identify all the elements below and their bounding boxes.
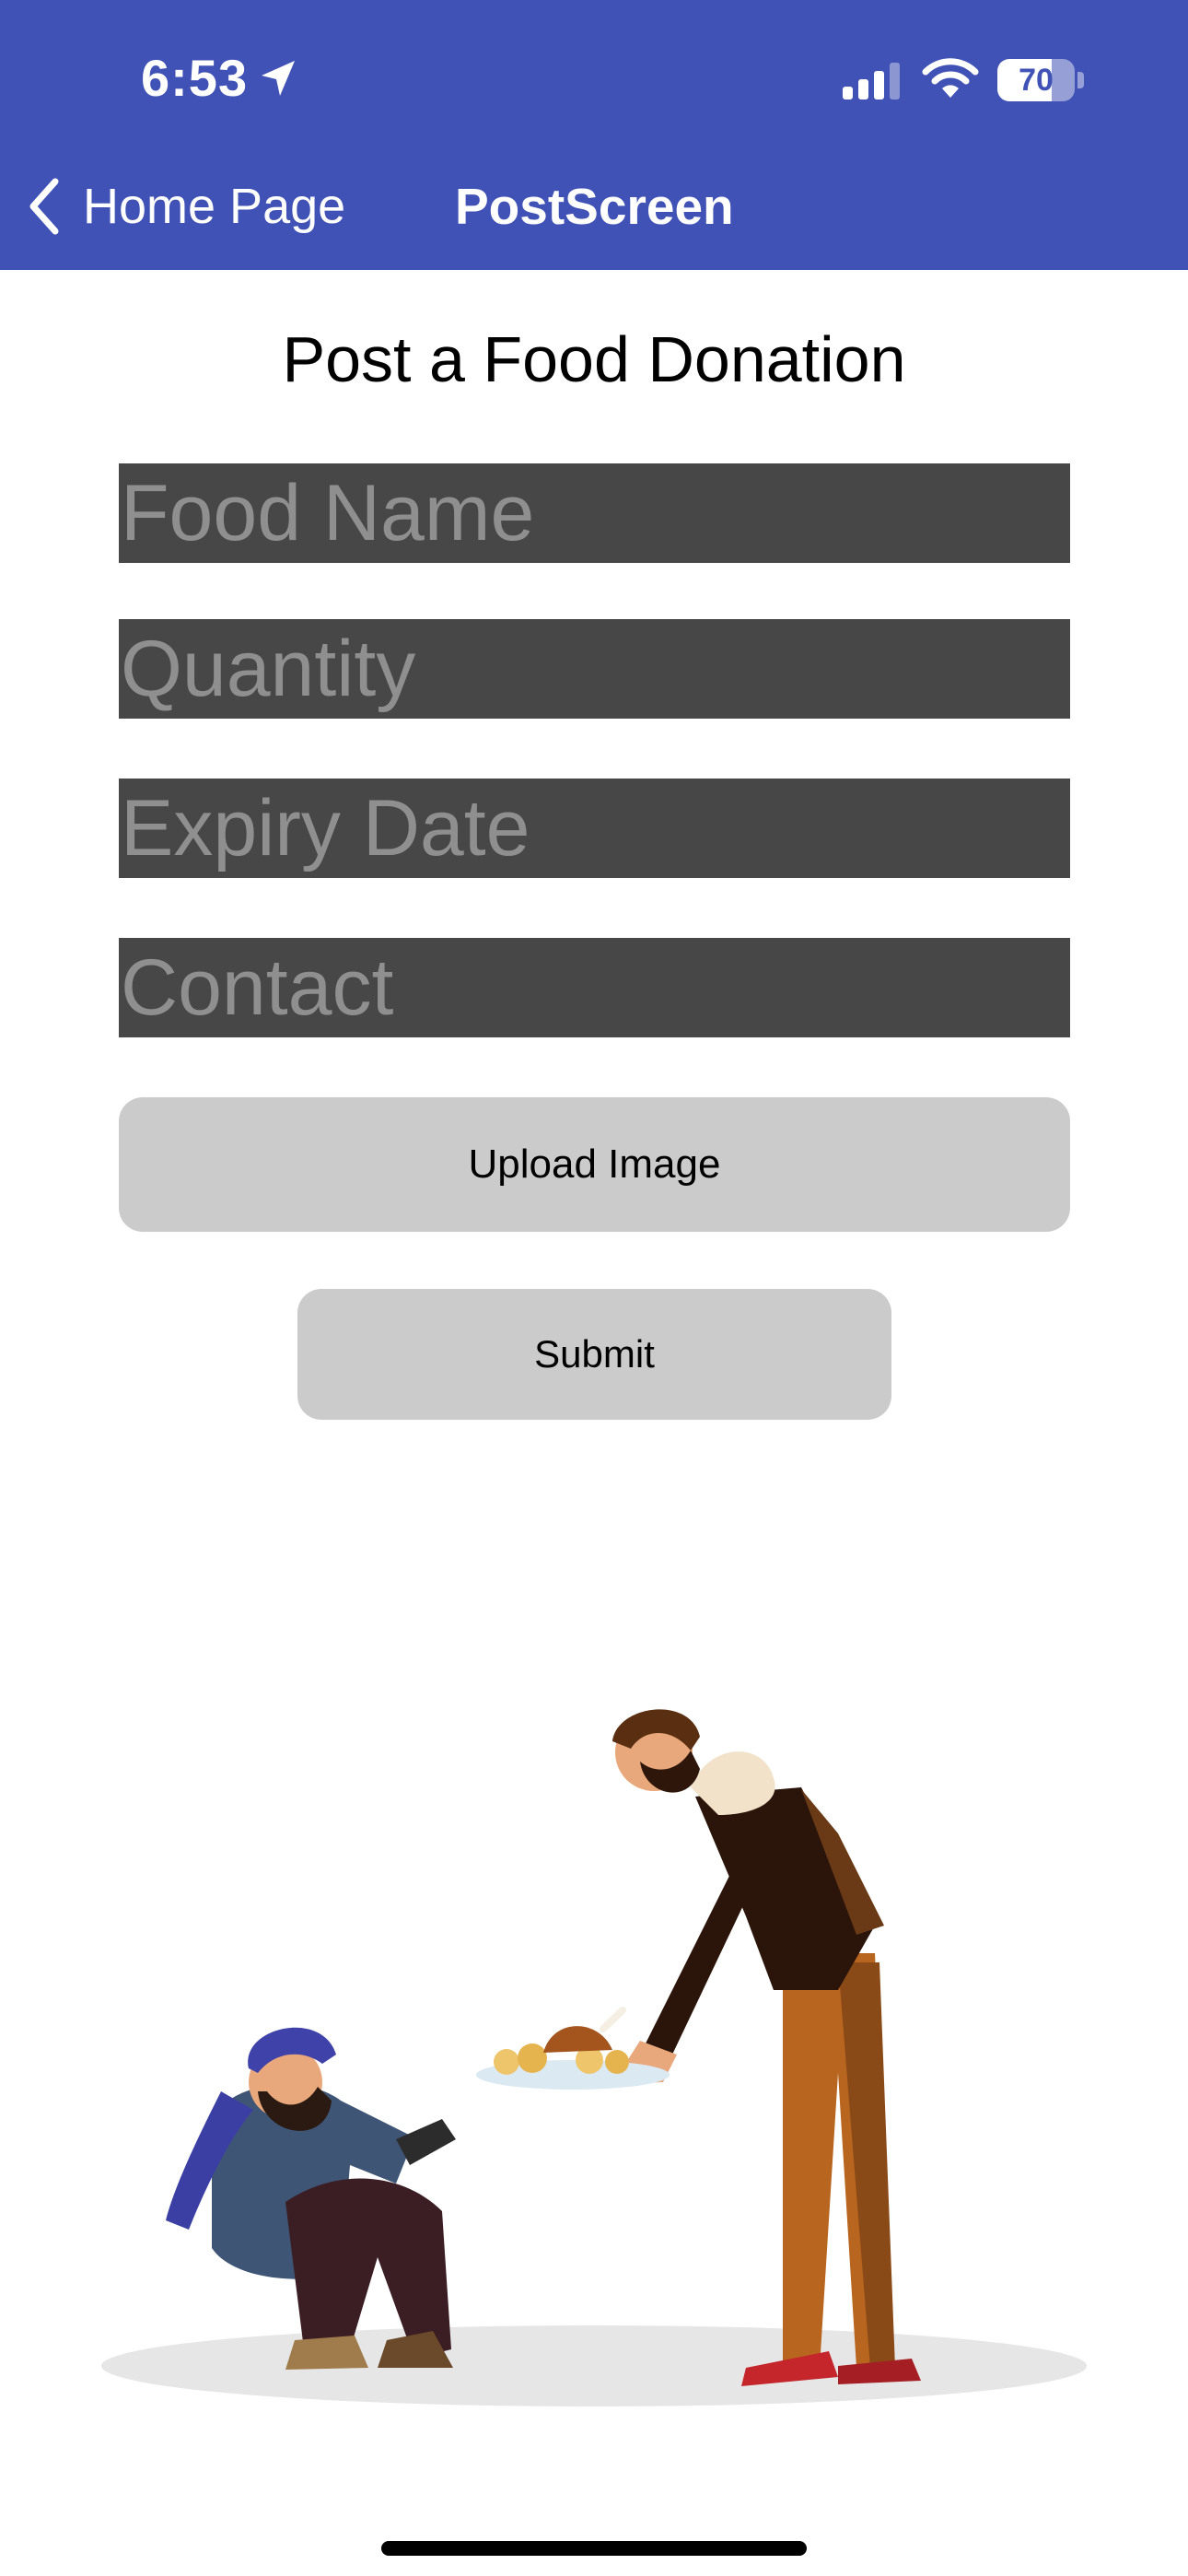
submit-button[interactable]: Submit xyxy=(297,1289,891,1420)
food-donation-illustration xyxy=(101,1709,1087,2406)
chevron-left-icon xyxy=(29,178,59,235)
back-label: Home Page xyxy=(83,179,346,234)
wifi-icon xyxy=(922,58,979,98)
app-header: 6:53 70 Home Page PostScreen xyxy=(0,0,1188,270)
quantity-input[interactable] xyxy=(119,619,1070,719)
upload-image-button[interactable]: Upload Image xyxy=(119,1097,1070,1232)
home-indicator[interactable] xyxy=(381,2541,807,2556)
contact-input[interactable] xyxy=(119,938,1070,1037)
back-button[interactable]: Home Page xyxy=(28,173,345,240)
nav-title: PostScreen xyxy=(455,178,734,235)
status-time: 6:53 xyxy=(141,49,249,107)
battery-level: 70 xyxy=(1019,62,1054,98)
location-arrow-icon xyxy=(262,61,295,96)
cellular-signal-icon xyxy=(843,63,900,100)
battery-nub xyxy=(1077,72,1084,88)
page-title: Post a Food Donation xyxy=(282,323,906,395)
battery-icon: 70 xyxy=(997,59,1075,101)
expiry-date-input[interactable] xyxy=(119,779,1070,878)
food-name-input[interactable] xyxy=(119,463,1070,563)
